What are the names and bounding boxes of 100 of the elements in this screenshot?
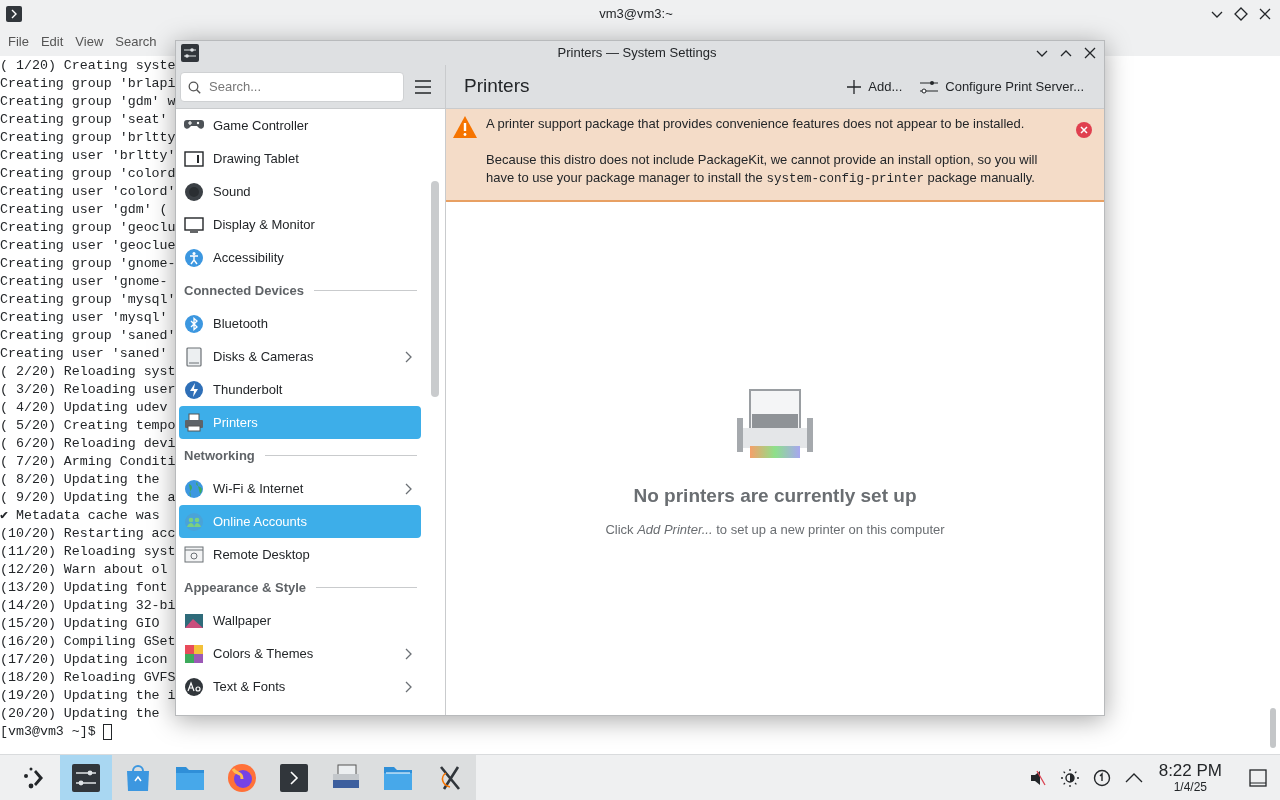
terminal-line: (13/20) Updating font: [0, 579, 168, 597]
sidebar-item[interactable]: Game Controller: [179, 109, 421, 142]
gamepad-icon: [184, 120, 204, 131]
gauge-icon[interactable]: [1092, 768, 1111, 787]
toolbar-button[interactable]: Add...: [845, 71, 905, 102]
menu-item[interactable]: View: [69, 32, 110, 52]
search-icon: [188, 80, 201, 94]
folder-icon: [383, 764, 413, 791]
font-icon: [184, 676, 204, 697]
terminal-line: Creating group 'gdm' w: [0, 93, 176, 111]
terminal-line: ✔ Metadata cache was: [0, 507, 160, 525]
terminal-icon: [6, 6, 22, 22]
sidebar-item[interactable]: Colors & Themes: [179, 637, 421, 670]
terminal-line: (11/20) Reloading syst: [0, 543, 176, 561]
speaker-icon: [184, 181, 204, 202]
terminal-line: (18/20) Reloading GVFS: [0, 669, 176, 687]
window-title: Printers — System Settings: [556, 44, 718, 63]
shopping-bag-icon: [125, 763, 151, 792]
taskbar-button[interactable]: [60, 755, 112, 800]
terminal-line: Creating group 'saned': [0, 327, 176, 345]
x-logo-icon: [438, 764, 462, 791]
terminal-line: (16/20) Compiling GSet: [0, 633, 176, 651]
terminal-line: Creating group 'brlapi: [0, 75, 176, 93]
brightness-icon[interactable]: [1060, 768, 1079, 787]
monitor-icon: [184, 214, 204, 235]
remote-desktop-icon: [184, 544, 204, 565]
folder-icon: [175, 764, 205, 791]
menu-item[interactable]: Search: [109, 32, 163, 52]
terminal-line: ( 1/20) Creating syste: [0, 57, 176, 75]
maximize-icon[interactable]: [1234, 7, 1248, 21]
toolbar-button[interactable]: Configure Print Server...: [918, 71, 1086, 102]
sidebar-item[interactable]: Sound: [179, 175, 421, 208]
terminal-line: Creating group 'seat': [0, 111, 168, 129]
terminal-line: (12/20) Warn about ol: [0, 561, 168, 579]
printer-icon: [735, 388, 815, 460]
terminal-line: Creating user 'gdm' (: [0, 201, 168, 219]
chevron-right-icon: [405, 680, 413, 693]
terminal-line: Creating user 'colord': [0, 183, 176, 201]
terminal-line: ( 2/20) Reloading syst: [0, 363, 176, 381]
menu-item[interactable]: Edit: [34, 32, 70, 52]
terminal-line: Creating user 'geoclue: [0, 237, 176, 255]
sidebar-item[interactable]: Accessibility: [179, 241, 421, 274]
show-desktop-icon[interactable]: [1248, 767, 1268, 788]
chevron-right-icon: [405, 482, 413, 495]
menu-icon[interactable]: [414, 78, 432, 95]
terminal-line: Creating user 'mysql': [0, 309, 168, 327]
sidebar-item[interactable]: Disks & Cameras: [179, 340, 421, 373]
sidebar-item[interactable]: Text & Fonts: [179, 670, 421, 703]
warning-message: Because this distro does not include PackageKit, we cannot provide an install option, so you will have to use your package manager to install the system-config-printer package manually.: [486, 151, 1039, 188]
terminal-line: (17/20) Updating icon: [0, 651, 168, 669]
sidebar-item[interactable]: Bluetooth: [179, 307, 421, 340]
empty-state-hint: Click Add Printer... to set up a new printer on this computer: [605, 520, 945, 539]
globe-icon: [184, 478, 204, 499]
terminal-line: (20/20) Updating the: [0, 705, 160, 723]
text-cursor: [102, 724, 112, 740]
chevron-up-icon[interactable]: [1124, 771, 1143, 784]
sidebar-item[interactable]: Thunderbolt: [179, 373, 421, 406]
plus-icon: [847, 79, 862, 94]
bluetooth-icon: [184, 313, 204, 334]
menu-item[interactable]: File: [2, 32, 35, 52]
muted-speaker-icon[interactable]: [1028, 768, 1047, 787]
terminal-line: ( 9/20) Updating the a: [0, 489, 176, 507]
settings-icon: [181, 44, 199, 62]
terminal-line: Creating user 'gnome-: [0, 273, 168, 291]
terminal-line: Creating group 'colord: [0, 165, 176, 183]
sidebar-item[interactable]: Display & Monitor: [179, 208, 421, 241]
section-heading: Appearance & Style: [184, 578, 307, 597]
empty-state-title: No printers are currently set up: [633, 484, 917, 508]
terminal-line: ( 4/20) Updating udev: [0, 399, 168, 417]
terminal-line: Creating user 'saned': [0, 345, 168, 363]
terminal-line: (10/20) Restarting acc: [0, 525, 176, 543]
sidebar-item[interactable]: Wi-Fi & Internet: [179, 472, 421, 505]
printer-icon: [184, 412, 204, 433]
scrollbar-thumb[interactable]: [431, 181, 439, 397]
terminal-line: Creating group 'geoclu: [0, 219, 176, 237]
lightning-icon: [184, 379, 204, 400]
palette-icon: [184, 643, 204, 664]
tablet-icon: [184, 148, 204, 169]
terminal-line: Creating user 'brltty': [0, 147, 176, 165]
scrollbar-thumb[interactable]: [1270, 708, 1276, 748]
sidebar-item[interactable]: Wallpaper: [179, 604, 421, 637]
clock[interactable]: 8:22 PM 1/4/25: [1156, 761, 1224, 794]
sidebar-item[interactable]: Drawing Tablet: [179, 142, 421, 175]
terminal-line: ( 6/20) Reloading devi: [0, 435, 176, 453]
terminal-line: ( 7/20) Arming Conditi: [0, 453, 176, 471]
terminal-prompt: [vm3@vm3 ~]$: [0, 723, 96, 741]
taskbar-button[interactable]: [424, 755, 476, 800]
globe-people-icon: [184, 511, 204, 532]
terminal-line: Creating group 'brltty: [0, 129, 176, 147]
terminal-line: Creating group 'gnome-: [0, 255, 176, 273]
sidebar-item[interactable]: Remote Desktop: [179, 538, 421, 571]
section-heading: Networking: [184, 446, 255, 465]
terminal-line: Creating group 'mysql': [0, 291, 176, 309]
close-icon[interactable]: [1083, 46, 1097, 60]
search-field[interactable]: Search...: [180, 71, 404, 102]
window-title: vm3@vm3:~: [598, 5, 674, 24]
close-icon[interactable]: [1258, 7, 1272, 21]
terminal-line: ( 3/20) Reloading user: [0, 381, 176, 399]
chevron-right-icon: [405, 350, 413, 363]
settings-icon: [72, 763, 100, 792]
